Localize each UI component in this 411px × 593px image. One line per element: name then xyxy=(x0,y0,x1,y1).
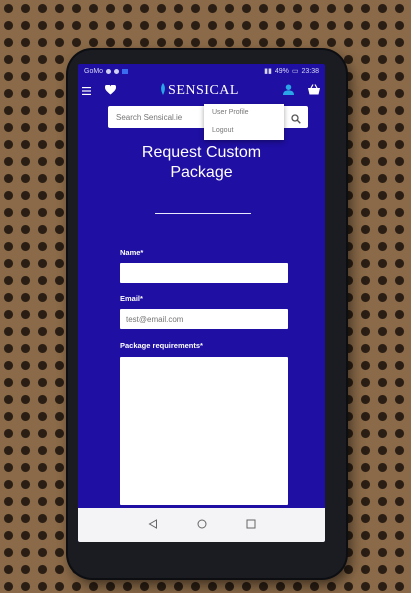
brand-name: SENSICAL xyxy=(168,83,239,98)
recents-icon[interactable] xyxy=(246,516,256,534)
email-field[interactable] xyxy=(120,309,288,329)
name-label: Name* xyxy=(120,248,144,257)
site-header: SENSICAL xyxy=(78,80,325,102)
brand-logo[interactable]: SENSICAL xyxy=(160,82,239,100)
menu-item-user-profile[interactable]: User Profile xyxy=(204,104,284,122)
requirements-label: Package requirements* xyxy=(120,341,203,350)
name-field[interactable] xyxy=(120,263,288,283)
menu-icon[interactable] xyxy=(82,82,91,100)
notification-icon xyxy=(114,68,120,74)
requirements-textarea[interactable] xyxy=(120,357,288,505)
back-icon[interactable] xyxy=(147,516,158,534)
heart-icon[interactable] xyxy=(104,82,117,100)
page-title: Request Custom Package xyxy=(78,143,325,183)
page-title-line1: Request Custom xyxy=(141,144,262,161)
leaf-icon xyxy=(160,82,166,100)
page-title-line2: Package xyxy=(170,164,233,181)
android-nav-bar xyxy=(78,508,325,542)
notification-icon xyxy=(106,68,112,74)
battery-percent: 49% xyxy=(274,67,289,75)
menu-item-logout[interactable]: Logout xyxy=(204,122,284,140)
signal-icon: ▮▮ xyxy=(264,68,272,75)
status-bar: GoMo ▮▮ 49% ▭ 23:38 xyxy=(78,64,325,78)
title-divider xyxy=(155,213,251,214)
app-icon xyxy=(122,68,129,74)
search-icon[interactable] xyxy=(291,111,301,129)
user-icon[interactable] xyxy=(283,82,294,100)
user-dropdown-menu: User Profile Logout xyxy=(204,104,284,140)
carrier-label: GoMo xyxy=(84,67,104,75)
clock: 23:38 xyxy=(301,67,319,75)
phone-screen: GoMo ▮▮ 49% ▭ 23:38 SENSICAL Search Sens… xyxy=(78,64,325,542)
home-icon[interactable] xyxy=(197,516,207,534)
email-label: Email* xyxy=(120,294,143,303)
basket-icon[interactable] xyxy=(308,82,320,100)
battery-icon: ▭ xyxy=(291,68,299,75)
